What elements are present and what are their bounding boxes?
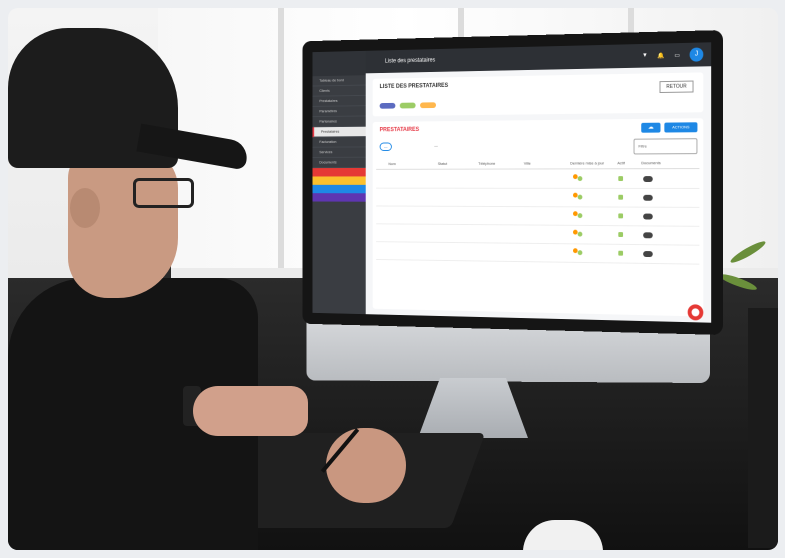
active-filter[interactable]: — [380,142,392,151]
column-header[interactable]: Dernière mise à jour [570,160,604,165]
document-toggle[interactable] [643,195,653,201]
plant-pot [748,308,778,548]
bell-icon[interactable]: 🔔 [657,52,664,59]
column-header[interactable]: Statut [438,161,447,166]
glasses [133,178,194,208]
column-header[interactable]: Téléphone [478,161,495,166]
sidebar: Tableau de bord Clients Prestataires Par… [312,51,365,314]
header-panel: LISTE DES PRESTATAIRES RETOUR [373,72,704,116]
sidebar-item[interactable]: Paramètres [312,106,365,117]
active-check-icon[interactable] [618,251,623,256]
status-chip[interactable] [420,102,436,108]
logo-icon [312,51,365,76]
page-title: LISTE DES PRESTATAIRES [380,83,449,90]
active-check-icon[interactable] [618,232,623,237]
sidebar-item[interactable]: Documents [312,158,365,168]
document-toggle[interactable] [643,176,653,182]
sidebar-item[interactable]: Services [312,147,365,158]
active-check-icon[interactable] [618,213,623,218]
sidebar-color-bar[interactable] [312,193,365,202]
active-check-icon[interactable] [618,176,623,181]
person-ear [70,188,100,228]
list-title: PRESTATAIRES [380,127,420,133]
actions-button[interactable]: ACTIONS [664,122,697,132]
sidebar-color-bar[interactable] [312,176,365,184]
cloud-upload-button[interactable]: ☁ [641,123,660,133]
avatar[interactable]: J [690,47,704,61]
left-hand [193,386,308,436]
active-check-icon[interactable] [618,195,623,200]
table-header: Nom Statut Téléphone Ville Dernière mise… [376,158,699,170]
document-toggle[interactable] [643,232,653,238]
column-header[interactable]: Documents [641,160,660,165]
status-chips [380,102,436,108]
sidebar-item[interactable]: Prestataires [312,96,365,107]
back-button[interactable]: RETOUR [659,81,693,93]
table-row[interactable] [376,242,699,265]
provider-list: PRESTATAIRES ☁ ACTIONS — — Filtre Nom St… [373,118,704,316]
table-row[interactable] [376,189,699,208]
status-chip[interactable] [380,103,396,109]
sidebar-color-bar[interactable] [312,185,365,193]
photo-scene: Tableau de bord Clients Prestataires Par… [8,8,778,550]
search-input[interactable]: Filtre [634,138,698,154]
calendar-icon[interactable]: ▭ [674,52,680,59]
right-hand [326,428,406,503]
table-row[interactable] [376,170,699,189]
sidebar-item[interactable]: Facturation [312,137,365,148]
help-icon[interactable] [688,304,704,320]
app-screen: Tableau de bord Clients Prestataires Par… [312,42,711,322]
sidebar-color-bar[interactable] [312,168,365,176]
column-header[interactable]: Nom [388,161,395,166]
topbar-title: Liste des prestataires [385,58,435,65]
status-chip[interactable] [400,103,416,109]
filter-label[interactable]: — [434,143,438,148]
column-header[interactable]: Actif [617,160,624,165]
sidebar-item-active[interactable]: Prestataires [312,127,365,138]
person [8,28,278,550]
filter-icon[interactable]: ▼ [642,53,648,59]
column-header[interactable]: Ville [524,161,531,166]
document-toggle[interactable] [643,214,653,220]
topbar: Liste des prestataires ▼ 🔔 ▭ J [366,42,711,73]
sidebar-item[interactable]: Partenaires [312,116,365,127]
monitor: Tableau de bord Clients Prestataires Par… [302,30,723,335]
document-toggle[interactable] [643,251,653,257]
